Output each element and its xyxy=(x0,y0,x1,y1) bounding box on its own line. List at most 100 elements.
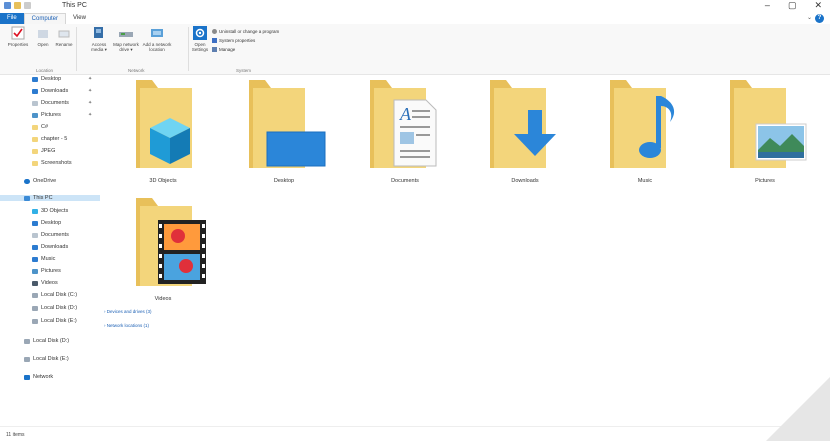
nav-item-videos[interactable]: Videos xyxy=(32,280,58,286)
folder-tile-music[interactable]: Music xyxy=(595,76,695,184)
folder-label: Desktop xyxy=(273,178,295,184)
nav-item-local-disk-e-root[interactable]: Local Disk (E:) xyxy=(24,356,69,362)
new-folder-quick-icon[interactable] xyxy=(14,2,21,9)
settings-icon xyxy=(193,26,207,40)
documents-icon xyxy=(32,232,38,238)
page-corner-decoration xyxy=(766,377,830,441)
folder-icon xyxy=(32,148,38,154)
nav-item-onedrive[interactable]: OneDrive xyxy=(24,178,56,184)
access-media-button[interactable]: Access media ▾ xyxy=(88,26,110,52)
pictures-icon xyxy=(32,112,38,118)
system-properties-link[interactable]: System properties xyxy=(212,38,255,43)
network-location-icon xyxy=(151,29,163,37)
drive-icon xyxy=(32,305,38,311)
add-network-location-button[interactable]: Add a network location xyxy=(142,26,172,52)
uninstall-icon xyxy=(212,29,217,34)
cube-icon xyxy=(32,208,38,214)
folder-tile-desktop[interactable]: Desktop xyxy=(234,76,334,184)
pin-icon[interactable]: ✦ xyxy=(88,88,92,94)
window-title: This PC xyxy=(62,2,87,9)
nav-item-music[interactable]: Music xyxy=(32,256,55,262)
folder-tile-documents[interactable]: A Documents xyxy=(355,76,455,184)
folder-label: Music xyxy=(637,178,653,184)
system-properties-icon xyxy=(212,38,217,43)
media-icon xyxy=(94,27,103,38)
nav-item-documents-quick[interactable]: Documents xyxy=(32,100,69,106)
title-bar: This PC – ▢ ✕ xyxy=(0,0,830,13)
folder-videos-icon xyxy=(136,198,206,286)
nav-item-documents[interactable]: Documents xyxy=(32,232,69,238)
nav-item-desktop[interactable]: Desktop xyxy=(32,220,61,226)
nav-item-pictures[interactable]: Pictures xyxy=(32,268,61,274)
drive-icon xyxy=(24,338,30,344)
nav-item-this-pc[interactable]: This PC xyxy=(0,195,100,201)
help-icon[interactable]: ? xyxy=(815,14,824,23)
nav-item-local-disk-d-root[interactable]: Local Disk (D:) xyxy=(24,338,69,344)
nav-item-local-disk-c[interactable]: Local Disk (C:) xyxy=(32,292,77,298)
properties-quick-icon[interactable] xyxy=(4,2,11,9)
minimize-button[interactable]: – xyxy=(765,0,770,11)
rename-button[interactable]: Rename xyxy=(54,26,74,47)
videos-icon xyxy=(32,280,38,286)
drive-icon xyxy=(32,292,38,298)
open-button[interactable]: Open xyxy=(34,26,52,47)
pin-icon[interactable]: ✦ xyxy=(88,100,92,106)
open-settings-button[interactable]: Open Settings xyxy=(190,26,210,52)
manage-link[interactable]: Manage xyxy=(212,47,235,52)
nav-item-downloads[interactable]: Downloads xyxy=(32,244,68,250)
ribbon: Properties Open Rename Access media ▾ Ma… xyxy=(0,24,830,75)
tab-computer[interactable]: Computer xyxy=(23,13,67,24)
tab-view[interactable]: View xyxy=(66,13,93,24)
nav-item-pictures-quick[interactable]: Pictures xyxy=(32,112,61,118)
group-label-network: Network xyxy=(128,68,145,73)
ribbon-separator xyxy=(188,27,189,71)
folder-downloads-icon xyxy=(490,80,556,168)
uninstall-program-link[interactable]: Uninstall or change a program xyxy=(212,29,279,34)
rename-icon xyxy=(58,30,70,38)
tab-file[interactable]: File xyxy=(0,13,24,24)
folder-documents-icon: A xyxy=(370,80,437,168)
nav-item-local-disk-e[interactable]: Local Disk (E:) xyxy=(32,318,77,324)
music-icon xyxy=(32,256,38,262)
group-label-system: System xyxy=(236,68,252,73)
nav-item-jpeg[interactable]: JPEG xyxy=(32,148,55,154)
folder-label: Pictures xyxy=(755,178,775,184)
maximize-button[interactable]: ▢ xyxy=(788,0,797,11)
group-header-network[interactable]: › Network locations (1) xyxy=(104,323,149,328)
folder-label: Videos xyxy=(154,296,172,302)
folder-tile-videos[interactable]: Videos xyxy=(113,194,213,302)
pin-icon[interactable]: ✦ xyxy=(88,112,92,118)
status-bar: 11 items xyxy=(0,426,830,442)
folder-tile-3d-objects[interactable]: 3D Objects xyxy=(113,76,213,184)
download-icon xyxy=(32,244,38,250)
map-network-drive-button[interactable]: Map network drive ▾ xyxy=(112,26,140,52)
nav-item-local-disk-d[interactable]: Local Disk (D:) xyxy=(32,305,77,311)
folder-icon xyxy=(32,136,38,142)
documents-icon xyxy=(32,100,38,106)
folder-3d-objects-icon xyxy=(136,80,192,168)
manage-icon xyxy=(212,47,217,52)
folder-desktop-icon xyxy=(249,80,326,168)
nav-item-desktop-quick[interactable]: Desktop xyxy=(32,76,61,82)
close-button[interactable]: ✕ xyxy=(814,0,822,11)
drive-icon xyxy=(32,318,38,324)
folder-tile-downloads[interactable]: Downloads xyxy=(475,76,575,184)
nav-item-network[interactable]: Network xyxy=(24,374,53,380)
network-drive-icon xyxy=(119,32,133,37)
chevron-down-icon[interactable]: ⌄ xyxy=(807,14,812,21)
nav-item-csharp[interactable]: C# xyxy=(32,124,48,130)
customize-quick-icon[interactable] xyxy=(24,2,31,9)
pin-icon[interactable]: ✦ xyxy=(88,76,92,82)
desktop-icon xyxy=(32,76,38,82)
ribbon-tabs: File Computer View xyxy=(0,13,93,24)
nav-item-3d-objects[interactable]: 3D Objects xyxy=(32,208,68,214)
folder-icon xyxy=(32,160,38,166)
nav-item-screenshots[interactable]: Screenshots xyxy=(32,160,72,166)
properties-button[interactable]: Properties xyxy=(4,26,32,47)
download-icon xyxy=(32,88,38,94)
folder-label: 3D Objects xyxy=(149,178,177,184)
nav-item-chapter-5[interactable]: chapter - 5 xyxy=(32,136,67,142)
group-header-devices[interactable]: › Devices and drives (3) xyxy=(104,309,152,314)
folder-tile-pictures[interactable]: Pictures xyxy=(715,76,815,184)
nav-item-downloads-quick[interactable]: Downloads xyxy=(32,88,68,94)
